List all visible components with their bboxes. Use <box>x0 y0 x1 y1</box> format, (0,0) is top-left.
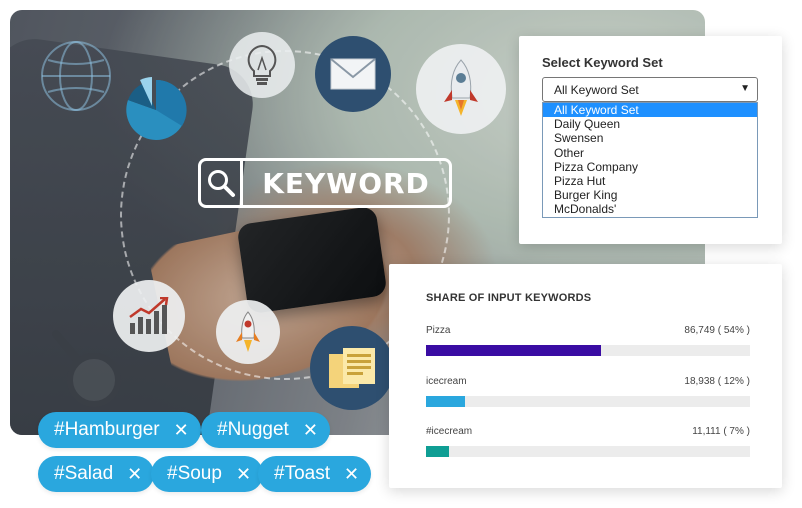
remove-chip-icon[interactable]: ✕ <box>344 465 359 483</box>
keyword-set-option[interactable]: Swensen <box>543 131 757 145</box>
remove-chip-icon[interactable]: ✕ <box>127 465 142 483</box>
keyword-set-option[interactable]: Burger King <box>543 188 757 202</box>
lightbulb-icon <box>229 32 295 98</box>
keyword-share-label: Pizza <box>426 325 451 336</box>
pie-chart-icon <box>122 76 190 144</box>
keyword-share-bar <box>426 345 601 356</box>
keyword-share-bar <box>426 446 449 457</box>
hashtag-chip-label: #Soup <box>167 463 222 484</box>
keyword-share-bar <box>426 396 465 407</box>
document-icon <box>310 326 394 410</box>
keyword-share-track <box>426 345 750 356</box>
keyword-set-option[interactable]: Other <box>543 146 757 160</box>
remove-chip-icon[interactable]: ✕ <box>236 465 251 483</box>
rocket-launch-icon <box>216 300 280 364</box>
keyword-set-option[interactable]: Pizza Company <box>543 160 757 174</box>
keyword-set-option[interactable]: McDonalds' <box>543 202 757 216</box>
globe-icon <box>38 38 114 114</box>
keyword-set-title: Select Keyword Set <box>542 55 663 70</box>
keyword-set-option[interactable]: All Keyword Set <box>543 103 757 118</box>
magnifier-icon <box>50 328 130 412</box>
hashtag-chip-label: #Hamburger <box>54 419 160 440</box>
keyword-share-label: #icecream <box>426 426 473 437</box>
keyword-set-dropdown[interactable]: All Keyword Set Daily Queen Swensen Othe… <box>542 102 758 218</box>
hashtag-chip-label: #Toast <box>274 463 330 484</box>
keyword-search-bar: KEYWORD <box>198 158 452 208</box>
rocket-icon <box>416 44 506 134</box>
keyword-share-track <box>426 446 750 457</box>
chevron-down-icon[interactable]: ▼ <box>740 83 750 94</box>
search-icon <box>201 161 243 205</box>
remove-chip-icon[interactable]: ✕ <box>303 421 318 439</box>
keyword-set-selected: All Keyword Set <box>554 83 639 97</box>
keyword-set-panel: Select Keyword Set All Keyword Set ▼ All… <box>519 36 782 244</box>
hashtag-chip[interactable]: #Salad ✕ <box>38 456 155 492</box>
share-of-keywords-panel: SHARE OF INPUT KEYWORDS Pizza 86,749 ( 5… <box>389 264 782 488</box>
share-panel-title: SHARE OF INPUT KEYWORDS <box>426 292 592 304</box>
hashtag-chip[interactable]: #Soup ✕ <box>151 456 264 492</box>
keyword-set-option[interactable]: Daily Queen <box>543 117 757 131</box>
hashtag-chip-label: #Nugget <box>217 419 289 440</box>
hashtag-chip-label: #Salad <box>54 463 114 484</box>
hashtag-chip[interactable]: #Toast ✕ <box>258 456 372 492</box>
keyword-share-label: icecream <box>426 376 467 387</box>
hashtag-chip[interactable]: #Nugget ✕ <box>201 412 330 448</box>
keyword-share-value: 11,111 ( 7% ) <box>692 426 750 437</box>
keyword-share-track <box>426 396 750 407</box>
keyword-share-value: 18,938 ( 12% ) <box>684 376 750 387</box>
keyword-share-value: 86,749 ( 54% ) <box>684 325 750 336</box>
keyword-set-select[interactable]: All Keyword Set ▼ <box>542 77 758 102</box>
keyword-label: KEYWORD <box>262 166 430 200</box>
mail-icon <box>315 36 391 112</box>
hashtag-chip[interactable]: #Hamburger ✕ <box>38 412 201 448</box>
remove-chip-icon[interactable]: ✕ <box>174 421 189 439</box>
keyword-set-option[interactable]: Pizza Hut <box>543 174 757 188</box>
